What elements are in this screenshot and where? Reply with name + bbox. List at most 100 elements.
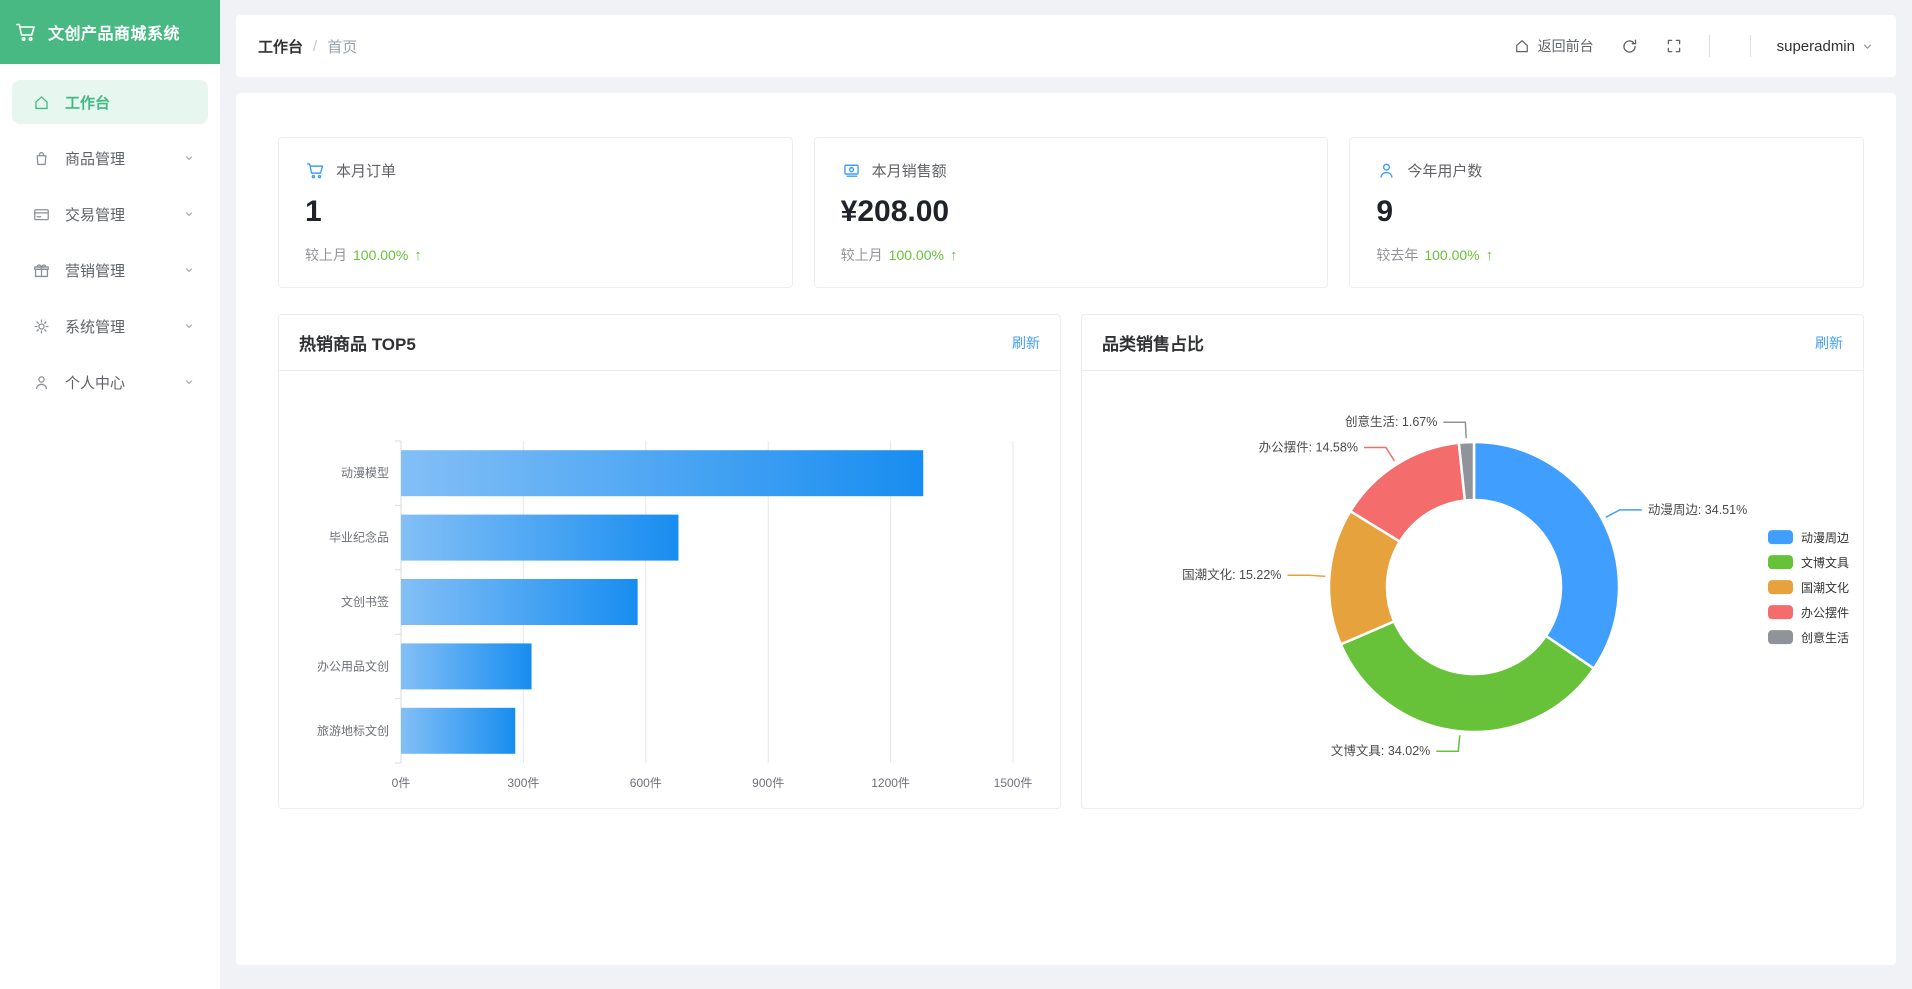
sidebar-item-trades[interactable]: 交易管理 (12, 192, 208, 236)
chevron-down-icon (185, 268, 193, 273)
svg-text:创意生活: 1.67%: 创意生活: 1.67% (1345, 414, 1437, 429)
stat-compare-value: 100.00% (888, 247, 944, 263)
stat-card-monthly-orders: 本月订单 1 较上月 100.00% ↑ (278, 137, 793, 288)
divider (1708, 35, 1710, 57)
panel-title: 热销商品 TOP5 (299, 335, 416, 354)
legend-item[interactable]: 国潮文化 (1767, 579, 1849, 596)
refresh-link[interactable]: 刷新 (1815, 333, 1843, 353)
stat-compare-label: 较去年 (1376, 247, 1419, 263)
divider (1749, 35, 1751, 57)
fullscreen-icon[interactable] (1665, 37, 1683, 55)
money-icon (843, 164, 859, 177)
stat-compare-value: 100.00% (1424, 247, 1480, 263)
sidebar: 文创产品商城系统 工作台 商品管理 交易管理 营销管理 系统管理 个人中心 (0, 0, 220, 989)
bar-chart: 0件 300件 600件 900件 1200件 1500件 动漫模型 毕业纪念品 文创书签 办公用… (279, 371, 1060, 808)
chevron-down-icon (185, 156, 193, 161)
header-actions: 返回前台 superadmin (1513, 35, 1874, 57)
stat-compare-value: 100.00% (353, 247, 409, 263)
breadcrumb-page[interactable]: 首页 (327, 36, 357, 57)
svg-text:900件: 900件 (752, 776, 784, 790)
legend-item[interactable]: 创意生活 (1767, 629, 1849, 646)
legend-color-chip (1767, 580, 1793, 595)
stat-title: 本月销售额 (871, 163, 947, 180)
stat-title: 本月订单 (336, 163, 397, 180)
stat-value: 1 (305, 195, 322, 228)
gift-icon (34, 263, 49, 277)
username: superadmin (1776, 37, 1855, 55)
svg-text:国潮文化: 15.22%: 国潮文化: 15.22% (1182, 567, 1281, 582)
sidebar-item-label: 交易管理 (65, 206, 126, 224)
sidebar-item-products[interactable]: 商品管理 (12, 136, 208, 180)
shopping-cart-icon (16, 23, 35, 41)
top-header-bar: 工作台 / 首页 返回前台 superadmin (236, 15, 1896, 77)
stat-card-yearly-users: 今年用户数 9 较去年 100.00% ↑ (1349, 137, 1865, 288)
app-title: 文创产品商城系统 (48, 26, 181, 43)
gear-icon (34, 319, 49, 333)
svg-text:文创书签: 文创书签 (341, 594, 389, 609)
legend-label: 办公摆件 (1800, 605, 1849, 620)
svg-text:1200件: 1200件 (871, 776, 910, 790)
chevron-down-icon (1863, 44, 1872, 49)
bar-chart-canvas: 0件 300件 600件 900件 1200件 1500件 动漫模型毕业纪念品文创书签办公用… (317, 440, 1033, 790)
stat-compare-label: 较上月 (305, 247, 347, 263)
stat-title: 今年用户数 (1407, 163, 1483, 180)
sidebar-item-system[interactable]: 系统管理 (12, 304, 208, 348)
bag-icon (36, 151, 47, 165)
svg-text:旅游地标文创: 旅游地标文创 (317, 723, 389, 738)
breadcrumb-separator: / (313, 37, 318, 55)
back-to-front-label: 返回前台 (1537, 38, 1594, 54)
chart-legend: 动漫周边文博文具国潮文化办公摆件创意生活 (1767, 529, 1849, 646)
panel-title: 品类销售占比 (1102, 335, 1204, 354)
user-icon (35, 375, 48, 389)
back-to-front-button[interactable]: 返回前台 (1513, 36, 1594, 56)
legend-label: 创意生活 (1800, 630, 1849, 645)
sidebar-item-label: 商品管理 (65, 150, 126, 168)
legend-color-chip (1767, 605, 1793, 620)
sidebar-item-profile[interactable]: 个人中心 (12, 360, 208, 404)
sidebar-menu: 工作台 商品管理 交易管理 营销管理 系统管理 个人中心 (0, 64, 220, 416)
stat-value: ¥208.00 (840, 195, 950, 228)
refresh-link[interactable]: 刷新 (1012, 333, 1040, 353)
trend-up-icon: ↑ (1485, 246, 1494, 264)
user-icon (1380, 163, 1393, 178)
home-icon (1515, 40, 1528, 53)
panel-top-products: 热销商品 TOP5 刷新 0件 300件 600件 900件 1200件 1500件 动漫模… (278, 314, 1061, 809)
chevron-down-icon (185, 380, 193, 385)
legend-item[interactable]: 文博文具 (1767, 554, 1849, 571)
trend-up-icon: ↑ (949, 246, 958, 264)
main-column: 工作台 / 首页 返回前台 superadmin 本月订单 1 较上月 100.… (220, 0, 1912, 989)
svg-text:1500件: 1500件 (994, 776, 1033, 790)
stats-row: 本月订单 1 较上月 100.00% ↑ 本月销售额 ¥208.00 较上月 1… (278, 137, 1865, 288)
charts-row: 热销商品 TOP5 刷新 0件 300件 600件 900件 1200件 1500件 动漫模… (278, 314, 1864, 809)
svg-text:动漫模型: 动漫模型 (341, 466, 389, 480)
svg-text:300件: 300件 (507, 776, 539, 790)
stat-card-monthly-sales: 本月销售额 ¥208.00 较上月 100.00% ↑ (813, 137, 1329, 288)
svg-text:文博文具: 34.02%: 文博文具: 34.02% (1331, 743, 1430, 758)
svg-text:毕业纪念品: 毕业纪念品 (329, 530, 389, 545)
sidebar-item-label: 营销管理 (65, 262, 126, 280)
user-dropdown[interactable]: superadmin (1777, 38, 1874, 55)
trend-up-icon: ↑ (414, 246, 422, 264)
stat-value: 9 (1376, 195, 1394, 228)
sidebar-item-workbench[interactable]: 工作台 (12, 80, 208, 124)
sidebar-item-label: 个人中心 (65, 374, 126, 392)
legend-item[interactable]: 办公摆件 (1767, 604, 1849, 621)
legend-color-chip (1767, 630, 1793, 645)
home-icon (35, 95, 48, 109)
legend-color-chip (1767, 555, 1793, 570)
credit-card-icon (34, 208, 49, 220)
donut-chart: 动漫周边: 34.51% 文博文具: 34.02% 国潮文化: 15.22% 办公摆件… (1082, 371, 1863, 808)
legend-item[interactable]: 动漫周边 (1767, 529, 1849, 546)
svg-text:办公摆件: 14.58%: 办公摆件: 14.58% (1259, 439, 1358, 454)
dashboard-content: 本月订单 1 较上月 100.00% ↑ 本月销售额 ¥208.00 较上月 1… (236, 93, 1896, 965)
donut-chart-canvas: 动漫周边: 34.51% 文博文具: 34.02% 国潮文化: 15.22% 办公摆件… (1182, 414, 1747, 758)
app-logo: 文创产品商城系统 (0, 0, 220, 64)
sidebar-item-marketing[interactable]: 营销管理 (12, 248, 208, 292)
breadcrumb-section[interactable]: 工作台 (258, 36, 303, 57)
breadcrumb: 工作台 / 首页 (258, 36, 357, 57)
svg-text:动漫周边: 34.51%: 动漫周边: 34.51% (1648, 503, 1747, 517)
legend-label: 文博文具 (1800, 555, 1849, 570)
refresh-icon[interactable] (1620, 37, 1639, 56)
chevron-down-icon (185, 324, 193, 329)
sidebar-item-label: 工作台 (65, 94, 111, 112)
